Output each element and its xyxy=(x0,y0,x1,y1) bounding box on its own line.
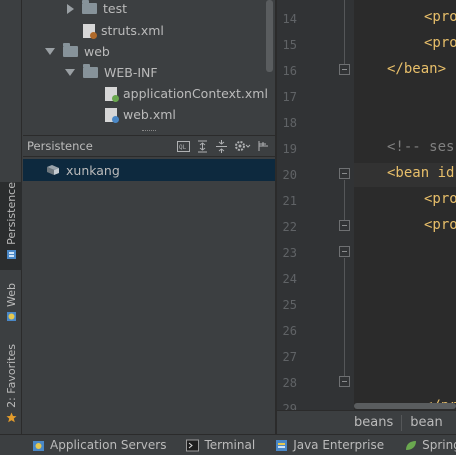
line-number: 17 xyxy=(282,90,297,104)
tool-tab-spring[interactable]: Spring xyxy=(404,438,456,452)
line-number: 19 xyxy=(282,142,297,156)
collapse-all-icon[interactable] xyxy=(214,139,228,153)
expanded-arrow-icon[interactable] xyxy=(45,48,55,55)
expanded-arrow-icon[interactable] xyxy=(65,69,75,76)
panel-splitter[interactable] xyxy=(23,127,275,134)
tool-tab-java-enterprise[interactable]: Java Enterprise xyxy=(275,438,384,452)
fold-start-icon[interactable] xyxy=(339,168,350,179)
terminal-icon xyxy=(186,439,200,451)
folder-icon xyxy=(82,0,97,14)
line-number: 14 xyxy=(282,12,297,26)
tree-item-label: web.xml xyxy=(123,107,176,122)
line-number: 26 xyxy=(282,324,297,338)
collapsed-arrow-icon[interactable] xyxy=(67,3,74,14)
tool-tab-favorites[interactable]: 2: Favorites xyxy=(0,344,22,428)
breadcrumb-item-beans[interactable]: beans xyxy=(346,415,401,430)
persistence-unit-icon xyxy=(47,165,59,175)
persistence-item-label: xunkang xyxy=(66,162,120,178)
tree-item-label: web xyxy=(84,44,110,59)
scrollbar-thumb[interactable] xyxy=(354,403,456,409)
line-number: 22 xyxy=(282,220,297,234)
tool-tab-web-label: Web xyxy=(4,283,18,307)
web-xml-file-icon xyxy=(105,107,119,123)
bottom-tool-strip: Application Servers Terminal Java Enterp… xyxy=(0,434,456,455)
fold-end-icon[interactable] xyxy=(339,376,350,387)
code-line-15: <pro xyxy=(424,35,456,51)
tree-item-web-inf[interactable]: WEB-INF xyxy=(65,62,158,83)
tool-tab-terminal[interactable]: Terminal xyxy=(186,438,255,452)
breadcrumb: beans bean xyxy=(277,410,456,434)
tree-item-struts-xml[interactable]: struts.xml xyxy=(83,20,164,41)
tool-tab-label: Application Servers xyxy=(50,438,167,452)
fold-guide xyxy=(344,0,345,64)
tree-item-label: applicationContext.xml xyxy=(123,86,268,101)
persistence-title: Persistence xyxy=(27,139,93,153)
tree-item-web-xml[interactable]: web.xml xyxy=(105,104,176,125)
tool-tab-persistence-label: Persistence xyxy=(4,182,18,245)
persistence-tree: xunkang xyxy=(23,158,275,434)
tree-item-application-context[interactable]: applicationContext.xml xyxy=(105,83,268,104)
fold-guide xyxy=(344,180,345,224)
tool-tab-label: Terminal xyxy=(204,438,256,452)
left-tool-strip: Persistence Web 2: Favorites xyxy=(0,0,22,434)
code-line-20: <bean id xyxy=(387,165,455,181)
tree-item-label: struts.xml xyxy=(101,23,164,38)
folder-icon xyxy=(63,43,78,57)
code-line-14: <pro xyxy=(424,9,456,25)
tree-item-label: test xyxy=(103,1,128,16)
expand-all-icon[interactable] xyxy=(195,139,209,153)
fold-end-icon[interactable] xyxy=(339,64,350,75)
line-number: 18 xyxy=(282,116,297,130)
line-number: 25 xyxy=(282,298,297,312)
folder-icon xyxy=(83,64,98,78)
fold-end-icon[interactable] xyxy=(339,246,350,257)
persistence-header: Persistence QL xyxy=(23,135,275,157)
ql-console-icon[interactable]: QL xyxy=(176,139,190,153)
line-number: 28 xyxy=(282,376,297,390)
xml-file-icon xyxy=(83,23,97,39)
code-line-22: <pro xyxy=(424,217,456,233)
line-number: 23 xyxy=(282,246,297,260)
star-icon xyxy=(6,412,16,423)
tool-tab-persistence[interactable]: Persistence xyxy=(0,182,22,270)
tree-item-web[interactable]: web xyxy=(45,41,110,62)
line-number: 29 xyxy=(282,402,297,410)
tool-tab-web[interactable]: Web xyxy=(0,283,22,333)
app-servers-icon xyxy=(33,440,44,451)
spring-icon xyxy=(406,440,417,450)
code-line-16: </bean> xyxy=(387,61,447,77)
java-enterprise-icon xyxy=(276,439,288,451)
editor-horizontal-scrollbar[interactable] xyxy=(354,403,456,410)
code-editor[interactable]: <pro <pro </bean> <!-- ses <bean id <pro… xyxy=(354,0,456,410)
persistence-icon xyxy=(6,249,16,259)
project-tree-scrollbar[interactable] xyxy=(266,0,273,72)
project-tree: test struts.xml web WEB-INF applicationC… xyxy=(23,0,275,134)
tool-tab-application-servers[interactable]: Application Servers xyxy=(32,438,166,452)
line-number: 27 xyxy=(282,350,297,364)
code-line-19: <!-- ses xyxy=(387,139,455,155)
pin-icon[interactable] xyxy=(256,139,270,153)
svg-text:QL: QL xyxy=(179,144,187,151)
tree-item-test[interactable]: test xyxy=(67,0,127,19)
tool-tab-label: Spring xyxy=(422,438,456,452)
spring-xml-file-icon xyxy=(105,86,119,102)
line-number: 20 xyxy=(282,168,297,182)
fold-start-icon[interactable] xyxy=(339,220,350,231)
line-number: 16 xyxy=(282,64,297,78)
tool-tab-label: Java Enterprise xyxy=(293,438,385,452)
line-number: 24 xyxy=(282,272,297,286)
breadcrumb-item-bean[interactable]: bean xyxy=(402,415,450,430)
code-line-21: <pro xyxy=(424,191,456,207)
tool-tab-favorites-label: 2: Favorites xyxy=(4,344,18,408)
settings-icon[interactable] xyxy=(233,139,251,153)
tree-item-label: WEB-INF xyxy=(104,65,158,80)
persistence-item-xunkang[interactable]: xunkang xyxy=(23,159,275,181)
web-icon xyxy=(6,311,16,321)
fold-guide xyxy=(344,258,345,376)
line-number: 21 xyxy=(282,194,297,208)
line-number: 15 xyxy=(282,38,297,52)
